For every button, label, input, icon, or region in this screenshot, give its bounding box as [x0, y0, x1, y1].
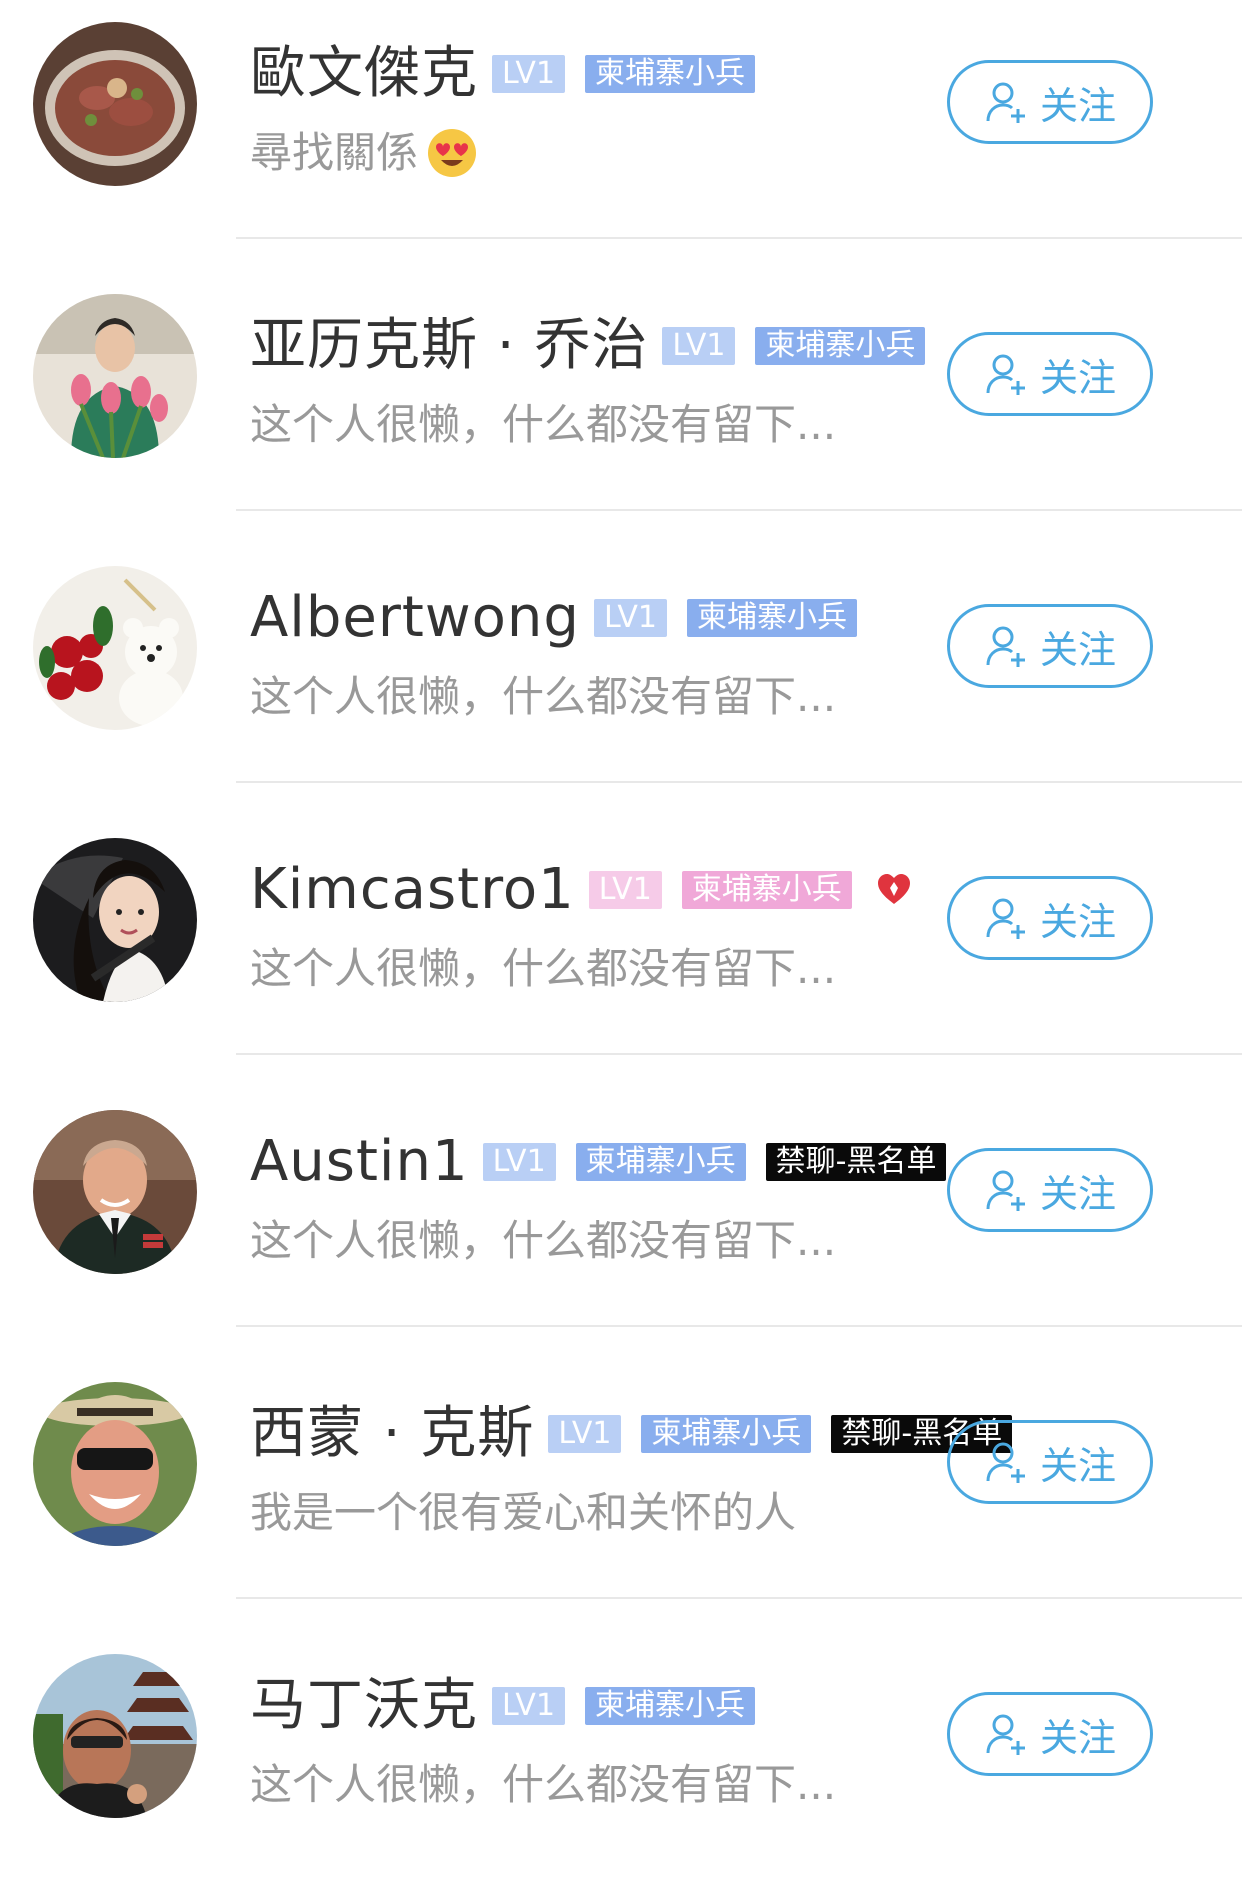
follow-button[interactable]: 关注: [947, 60, 1153, 144]
list-item[interactable]: Austin1 LV1 柬埔寨小兵 禁聊-黑名单 这个人很懒，什么都没有留下..…: [0, 1088, 1242, 1360]
heart-eyes-emoji-icon: [428, 129, 477, 177]
user-name: Kimcastro1: [250, 857, 575, 922]
user-bio: 这个人很懒，什么都没有留下...: [250, 944, 837, 993]
level-badge: LV1: [492, 55, 566, 93]
avatar[interactable]: [33, 838, 197, 1002]
follow-button[interactable]: 关注: [947, 332, 1153, 416]
user-name: 亚历克斯 · 乔治: [250, 313, 649, 378]
rank-badge: 柬埔寨小兵: [585, 1687, 756, 1725]
list-item[interactable]: 亚历克斯 · 乔治 LV1 柬埔寨小兵 这个人很懒，什么都没有留下... 关注: [0, 272, 1242, 544]
add-user-icon: [986, 1442, 1025, 1483]
follow-button[interactable]: 关注: [947, 1420, 1153, 1504]
avatar[interactable]: [33, 22, 197, 186]
rank-badge: 柬埔寨小兵: [641, 1415, 812, 1453]
divider: [236, 1053, 1242, 1055]
ban-badge: 禁聊-黑名单: [765, 1143, 947, 1181]
divider: [236, 237, 1242, 239]
avatar[interactable]: [33, 1110, 197, 1274]
rank-badge: 柬埔寨小兵: [681, 871, 852, 909]
user-bio: 我是一个很有爱心和关怀的人: [250, 1488, 797, 1537]
list-item[interactable]: Albertwong LV1 柬埔寨小兵 这个人很懒，什么都没有留下... 关注: [0, 544, 1242, 816]
user-bio: 这个人很懒，什么都没有留下...: [250, 672, 837, 721]
user-bio: 这个人很懒，什么都没有留下...: [250, 400, 837, 449]
follow-label: 关注: [1039, 1715, 1116, 1760]
list-item[interactable]: 西蒙 · 克斯 LV1 柬埔寨小兵 禁聊-黑名单 我是一个很有爱心和关怀的人 关…: [0, 1360, 1242, 1632]
follow-label: 关注: [1039, 627, 1116, 672]
follow-label: 关注: [1039, 83, 1116, 128]
divider: [236, 781, 1242, 783]
add-user-icon: [986, 1170, 1025, 1211]
level-badge: LV1: [492, 1687, 566, 1725]
follow-label: 关注: [1039, 1443, 1116, 1488]
level-badge: LV1: [588, 871, 662, 909]
list-item[interactable]: Kimcastro1 LV1 柬埔寨小兵 这个人很懒，什么都没有留下... 关注: [0, 816, 1242, 1088]
user-bio: 尋找關係: [250, 128, 419, 177]
user-name: 马丁沃克: [250, 1673, 478, 1738]
divider: [236, 1325, 1242, 1327]
avatar[interactable]: [33, 1654, 197, 1818]
follow-label: 关注: [1039, 1171, 1116, 1216]
list-item[interactable]: 马丁沃克 LV1 柬埔寨小兵 这个人很懒，什么都没有留下... 关注: [0, 1632, 1242, 1904]
user-name: Austin1: [250, 1129, 469, 1194]
add-user-icon: [986, 898, 1025, 939]
add-user-icon: [986, 1714, 1025, 1755]
rank-badge: 柬埔寨小兵: [755, 327, 926, 365]
user-list: 歐文傑克 LV1 柬埔寨小兵 尋找關係 关注 亚历克斯 · 乔治 LV1 柬埔寨…: [0, 0, 1242, 1866]
avatar[interactable]: [33, 566, 197, 730]
follow-button[interactable]: 关注: [947, 1692, 1153, 1776]
rank-badge: 柬埔寨小兵: [585, 55, 756, 93]
add-user-icon: [986, 354, 1025, 395]
divider: [236, 1597, 1242, 1599]
follow-button[interactable]: 关注: [947, 876, 1153, 960]
user-name: 歐文傑克: [250, 41, 478, 106]
avatar[interactable]: [33, 1382, 197, 1546]
level-badge: LV1: [548, 1415, 622, 1453]
add-user-icon: [986, 626, 1025, 667]
level-badge: LV1: [593, 599, 667, 637]
user-name: 西蒙 · 克斯: [250, 1401, 535, 1466]
follow-label: 关注: [1039, 355, 1116, 400]
rank-badge: 柬埔寨小兵: [686, 599, 857, 637]
follow-button[interactable]: 关注: [947, 604, 1153, 688]
level-badge: LV1: [662, 327, 736, 365]
add-user-icon: [986, 82, 1025, 123]
user-name: Albertwong: [250, 585, 580, 650]
follow-button[interactable]: 关注: [947, 1148, 1153, 1232]
user-bio: 这个人很懒，什么都没有留下...: [250, 1760, 837, 1809]
follow-label: 关注: [1039, 899, 1116, 944]
heart-icon: [877, 874, 910, 904]
rank-badge: 柬埔寨小兵: [575, 1143, 746, 1181]
user-bio: 这个人很懒，什么都没有留下...: [250, 1216, 837, 1265]
list-item[interactable]: 歐文傑克 LV1 柬埔寨小兵 尋找關係 关注: [0, 0, 1242, 272]
avatar[interactable]: [33, 294, 197, 458]
divider: [236, 509, 1242, 511]
level-badge: LV1: [482, 1143, 556, 1181]
